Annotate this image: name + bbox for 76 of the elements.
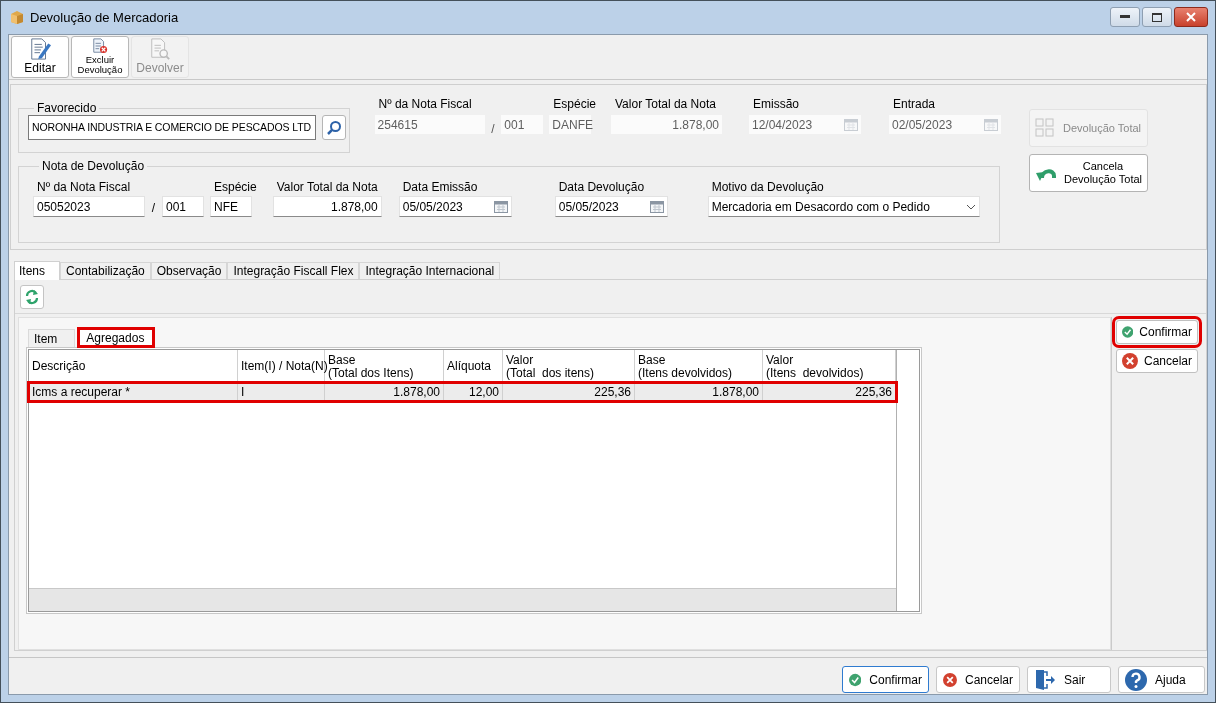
field-label: Data Devolução	[557, 180, 646, 195]
refresh-icon	[24, 289, 40, 305]
input-field[interactable]: 001	[501, 115, 544, 134]
field-label: Entrada	[892, 97, 937, 112]
action-button[interactable]: Cancelar	[1116, 349, 1198, 373]
document-delete-icon	[91, 38, 109, 54]
toolbar-button[interactable]: Editar	[11, 36, 69, 78]
tab[interactable]: Observação	[150, 262, 228, 279]
table-row[interactable]: Icms a recuperar * I 1.878,00 12,00 225,36 1.878,00 225,36	[29, 383, 896, 401]
search-icon	[326, 119, 342, 136]
date-field[interactable]: 05/05/2023	[398, 196, 512, 217]
table-cell: I	[238, 383, 325, 401]
table-cell: 225,36	[763, 383, 896, 401]
input-field[interactable]: NORONHA INDUSTRIA E COMERCIO DE PESCADOS LTD	[28, 115, 316, 140]
group-label: Nota de Devolução	[41, 159, 146, 173]
tab[interactable]: Itens	[14, 261, 60, 280]
group-label: Favorecido	[36, 101, 98, 115]
table-cell: 225,36	[503, 383, 635, 401]
action-button[interactable]: Cancela Devolução Total	[1029, 154, 1148, 192]
field-label: Espécie	[552, 97, 596, 112]
calendar-icon	[493, 200, 508, 213]
field-label: Nº da Nota Fiscal	[377, 97, 473, 112]
minimize-icon	[1120, 15, 1130, 19]
document-search-icon	[149, 38, 171, 60]
tab[interactable]: Agregados	[77, 327, 156, 348]
table-cell: Icms a recuperar *	[29, 383, 238, 401]
separator-text: /	[150, 200, 157, 215]
field-label: Data Emissão	[401, 180, 479, 195]
date-field[interactable]: 12/04/2023	[749, 115, 861, 134]
box-icon	[10, 10, 24, 25]
table-cell: 1.878,00	[635, 383, 763, 401]
input-field[interactable]: NFE	[210, 196, 252, 217]
footer-button[interactable]: Sair	[1027, 666, 1111, 693]
dropdown[interactable]: Mercadoria em Desacordo com o Pedido	[707, 196, 980, 217]
calendar-icon	[984, 118, 998, 131]
input-field[interactable]: 05052023	[33, 196, 145, 217]
field-label: Nº da Nota Fiscal	[36, 180, 132, 195]
footer-button[interactable]: Cancelar	[936, 666, 1020, 693]
tab[interactable]: Integração Fiscall Flex	[227, 262, 360, 279]
tab[interactable]: Contabilização	[60, 262, 151, 279]
window-title: Devolução de Mercadoria	[30, 10, 180, 25]
field-label: Emissão	[752, 97, 800, 112]
date-field[interactable]: 05/05/2023	[554, 196, 668, 217]
input-field[interactable]: 1.878,00	[611, 115, 722, 134]
minimize-button[interactable]	[1110, 7, 1140, 27]
input-field[interactable]: 001	[162, 196, 204, 217]
exit-door-icon	[1034, 668, 1056, 691]
x-circle-icon	[1122, 353, 1138, 369]
caret-icon	[965, 203, 976, 210]
close-button[interactable]	[1174, 7, 1208, 27]
field-label: Valor Total da Nota	[275, 180, 379, 195]
grid-icon	[1035, 118, 1055, 138]
close-icon	[1186, 12, 1196, 22]
field-label: Valor Total da Nota	[614, 97, 717, 112]
maximize-icon	[1152, 12, 1162, 22]
tab[interactable]: Integração Internacional	[359, 262, 501, 279]
input-field[interactable]: 1.878,00	[272, 196, 382, 217]
calendar-icon	[844, 118, 858, 131]
help-icon	[1125, 668, 1147, 691]
refresh-button[interactable]	[20, 285, 44, 309]
search-button[interactable]	[322, 115, 346, 140]
input-field[interactable]: 254615	[374, 115, 485, 134]
field-label: Espécie	[213, 180, 257, 195]
toolbar-button[interactable]: Excluir Devolução	[71, 36, 129, 78]
separator-text: /	[490, 121, 496, 136]
check-circle-icon	[1122, 324, 1134, 340]
input-field[interactable]: DANFE	[549, 115, 592, 134]
calendar-icon	[649, 200, 664, 213]
field-label: Motivo da Devolução	[710, 180, 825, 195]
table-cell: 1.878,00	[325, 383, 444, 401]
footer-button[interactable]: Confirmar	[842, 666, 929, 693]
footer-button[interactable]: Ajuda	[1118, 666, 1205, 693]
date-field[interactable]: 02/05/2023	[889, 115, 1001, 134]
tab[interactable]: Item	[28, 329, 76, 347]
maximize-button[interactable]	[1142, 7, 1172, 27]
table-cell: 12,00	[444, 383, 503, 401]
